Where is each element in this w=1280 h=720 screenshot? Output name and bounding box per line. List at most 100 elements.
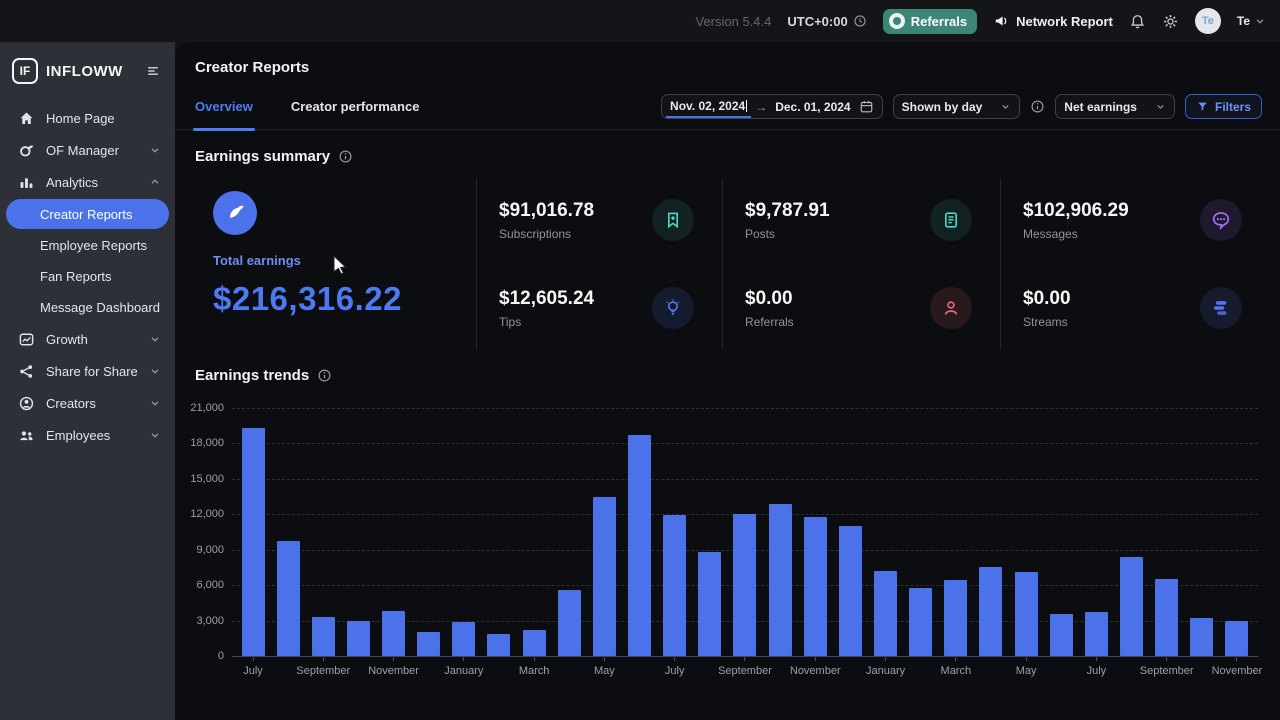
info-icon[interactable] [338,149,353,164]
growth-icon [18,331,36,348]
sidebar-item-home-page[interactable]: Home Page [6,102,169,134]
x-axis-tick [885,657,886,661]
bar-june-23[interactable] [1050,614,1073,657]
sidebar-collapse-icon[interactable] [145,63,161,79]
stat-value: $0.00 [745,288,794,310]
shown-by-info-icon[interactable] [1030,99,1045,114]
sidebar-item-creators[interactable]: Creators [6,387,169,419]
summary-column-3: $102,906.29Messages$0.00Streams [1000,179,1270,349]
bar-april-9[interactable] [558,590,581,656]
bar-december-5[interactable] [417,632,440,656]
sidebar-subitem-creator-reports[interactable]: Creator Reports [6,199,169,229]
x-axis-tick [1096,657,1097,661]
bar-november-28[interactable] [1225,621,1248,656]
sidebar-item-label: OF Manager [46,143,139,158]
posts-icon [930,199,972,241]
bar-october-15[interactable] [769,504,792,656]
network-report-button[interactable]: Network Report [993,13,1113,29]
bar-october-27[interactable] [1190,618,1213,656]
brand-row: IF INFLOWW [0,42,175,98]
bar-slot: January [869,571,903,656]
bar-june-11[interactable] [628,435,651,656]
calendar-icon[interactable] [859,99,874,114]
sidebar-item-analytics[interactable]: Analytics [6,166,169,198]
filters-button[interactable]: Filters [1185,94,1262,119]
earnings-trends-heading: Earnings trends [175,349,1280,384]
bar-september-26[interactable] [1155,579,1178,656]
bar-august-13[interactable] [698,552,721,656]
sidebar-item-share-for-share[interactable]: Share for Share [6,355,169,387]
bar-april-21[interactable] [979,567,1002,656]
info-icon[interactable] [317,368,332,383]
sidebar-subitem-employee-reports[interactable]: Employee Reports [6,230,169,260]
sidebar-item-label: Home Page [46,111,161,126]
bar-slot [552,590,586,656]
text-caret [746,100,747,112]
bar-august-1[interactable] [277,541,300,656]
sidebar-item-employees[interactable]: Employees [6,419,169,451]
total-earnings-card: Total earnings $216,316.22 [195,179,476,349]
bar-slot [974,567,1008,656]
y-axis-tick-label: 3,000 [158,615,224,627]
sidebar-item-label: Employees [46,428,139,443]
date-end-input[interactable]: Dec. 01, 2024 [775,100,850,114]
stat-messages: $102,906.29Messages [1001,183,1270,257]
metric-select[interactable]: Net earnings [1055,94,1175,119]
bar-january-6[interactable] [452,622,475,656]
bar-may-10[interactable] [593,497,616,656]
sidebar-subitem-fan-reports[interactable]: Fan Reports [6,261,169,291]
bar-july-24[interactable] [1085,612,1108,656]
bar-february-7[interactable] [487,634,510,656]
settings-gear-icon[interactable] [1162,13,1179,30]
account-menu[interactable]: Te [1237,14,1266,28]
sidebar-item-of-manager[interactable]: OF Manager [6,134,169,166]
y-axis-tick-label: 18,000 [158,437,224,449]
x-axis-tick [1166,657,1167,661]
tab-overview[interactable]: Overview [195,84,253,129]
arrow-right-icon: → [755,100,767,114]
bar-slot [271,541,305,656]
sidebar-nav: Home Page OF Manager AnalyticsCreator Repo… [0,98,175,455]
bar-slot [1115,557,1149,656]
shown-by-select[interactable]: Shown by day [893,94,1021,119]
tab-creator-performance[interactable]: Creator performance [291,84,420,129]
referrals-icon [930,287,972,329]
notifications-bell-icon[interactable] [1129,13,1146,30]
bar-july-12[interactable] [663,515,686,656]
bar-february-19[interactable] [909,588,932,656]
sidebar-item-growth[interactable]: Growth [6,323,169,355]
bar-slot: July [658,515,692,656]
earnings-trends-chart: JulySeptemberNovemberJanuaryMarchMayJuly… [195,394,1270,694]
bar-slot [693,552,727,656]
x-axis-tick [253,657,254,661]
bar-january-18[interactable] [874,571,897,656]
earnings-summary: Total earnings $216,316.22 $91,016.78Sub… [195,179,1280,349]
chevron-up-icon [149,176,161,188]
bar-may-22[interactable] [1015,572,1038,656]
bar-slot: September [1150,579,1184,656]
bar-september-14[interactable] [733,514,756,656]
bar-november-16[interactable] [804,517,827,656]
bar-march-8[interactable] [523,630,546,656]
avatar[interactable]: Te [1195,8,1221,34]
bar-september-2[interactable] [312,617,335,656]
x-axis-tick-label: November [1212,665,1263,677]
bar-march-20[interactable] [944,580,967,656]
x-axis-tick-label: September [296,665,350,677]
chevron-down-icon [1254,15,1266,27]
date-range-picker[interactable]: Nov. 02, 2024 → Dec. 01, 2024 [661,94,883,119]
bar-slot [763,504,797,656]
bar-november-4[interactable] [382,611,405,656]
sidebar-subitem-message-dashboard[interactable]: Message Dashboard [6,292,169,322]
date-start-input[interactable]: Nov. 02, 2024 [670,99,747,114]
bar-july-0[interactable] [242,428,265,656]
page-title: Creator Reports [175,42,1280,76]
stat-value: $91,016.78 [499,200,594,222]
stat-tips: $12,605.24Tips [477,271,722,345]
bar-august-25[interactable] [1120,557,1143,656]
bar-slot: November [798,517,832,656]
version-label: Version 5.4.4 [695,14,771,29]
bar-october-3[interactable] [347,621,370,656]
bar-december-17[interactable] [839,526,862,656]
referrals-badge[interactable]: Referrals [883,9,977,34]
